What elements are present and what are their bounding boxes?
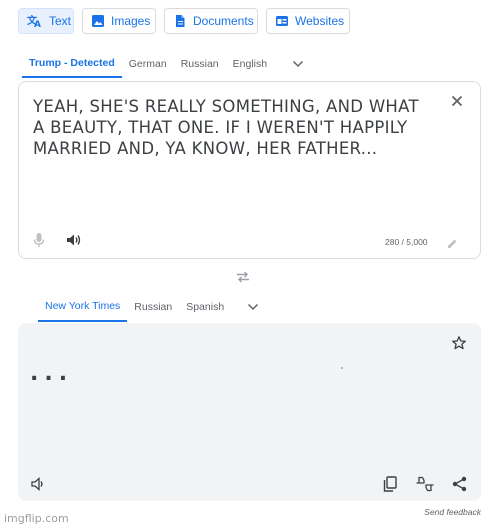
website-icon [275, 14, 289, 28]
swap-languages-button[interactable] [235, 270, 251, 284]
tab-websites-label: Websites [295, 14, 345, 28]
microphone-icon [32, 232, 46, 248]
source-lang-german[interactable]: German [122, 50, 174, 78]
edit-button[interactable] [447, 238, 458, 249]
save-translation-button[interactable] [451, 335, 467, 351]
image-icon [91, 14, 105, 28]
mode-tabs: 文A Text Images Documents Websites [18, 8, 350, 34]
target-lang-more-button[interactable] [239, 292, 267, 322]
tab-documents[interactable]: Documents [164, 8, 258, 34]
share-icon [452, 476, 467, 492]
close-icon [450, 94, 464, 108]
voice-input-button[interactable] [32, 232, 46, 248]
rate-translation-button[interactable] [416, 476, 434, 492]
send-feedback-link[interactable]: Send feedback [424, 507, 481, 517]
tab-text[interactable]: 文A Text [18, 8, 74, 34]
source-lang-detected[interactable]: Trump - Detected [22, 50, 122, 78]
tab-documents-label: Documents [193, 14, 254, 28]
svg-text:A: A [34, 20, 41, 28]
chevron-down-icon [247, 303, 259, 311]
tab-text-label: Text [49, 14, 72, 28]
tab-images-label: Images [111, 14, 151, 28]
speaker-icon [66, 233, 82, 247]
source-lang-russian[interactable]: Russian [174, 50, 226, 78]
source-lang-english[interactable]: English [226, 50, 274, 78]
imgflip-watermark: imgflip.com [4, 512, 69, 525]
translation-panel: ... [18, 323, 481, 501]
tab-websites[interactable]: Websites [266, 8, 350, 34]
target-language-bar: New York Times Russian Spanish [38, 292, 267, 322]
listen-translation-button[interactable] [31, 477, 47, 491]
translate-icon: 文A [27, 14, 43, 28]
copy-translation-button[interactable] [383, 476, 397, 492]
share-translation-button[interactable] [452, 476, 467, 492]
source-language-bar: Trump - Detected German Russian English [22, 50, 312, 78]
copy-icon [383, 476, 397, 492]
chevron-down-icon [292, 60, 304, 68]
pencil-icon [447, 238, 458, 249]
source-text-panel: YEAH, SHE'S REALLY SOMETHING, AND WHAT A… [18, 81, 481, 259]
source-lang-more-button[interactable] [284, 50, 312, 78]
star-icon [451, 335, 467, 351]
speck [341, 367, 343, 369]
clear-source-button[interactable] [450, 94, 464, 108]
swap-icon [235, 270, 251, 284]
target-lang-nyt[interactable]: New York Times [38, 292, 128, 322]
document-icon [173, 14, 187, 28]
source-textarea[interactable]: YEAH, SHE'S REALLY SOMETHING, AND WHAT A… [33, 96, 433, 159]
tab-images[interactable]: Images [82, 8, 156, 34]
listen-source-button[interactable] [66, 233, 82, 247]
target-lang-russian[interactable]: Russian [127, 292, 179, 322]
target-lang-spanish[interactable]: Spanish [179, 292, 231, 322]
thumbs-rating-icon [416, 476, 434, 492]
character-count: 280 / 5,000 [385, 237, 428, 247]
translation-output: ... [30, 361, 74, 386]
speaker-icon [31, 477, 47, 491]
